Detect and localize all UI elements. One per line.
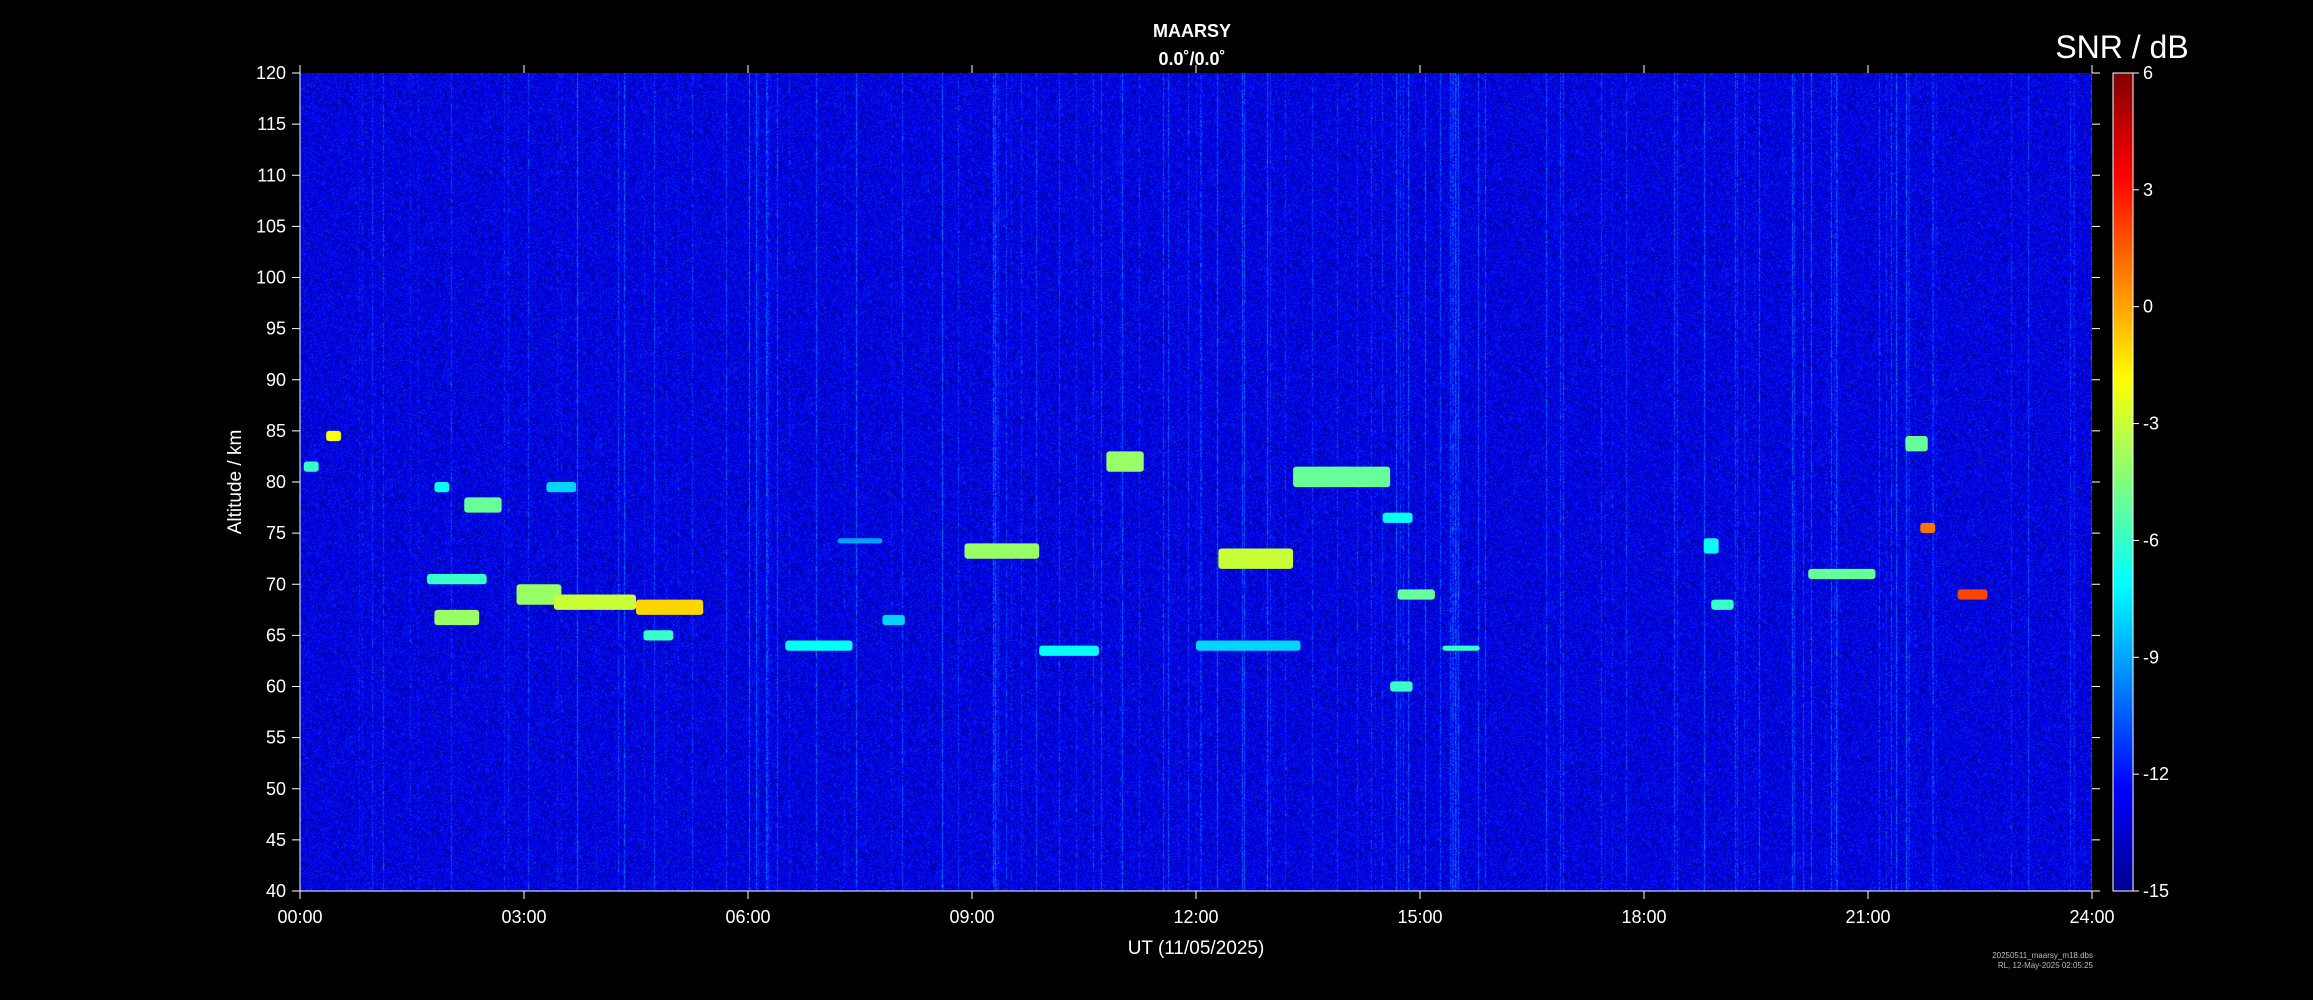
y-tick-label: 50 xyxy=(266,779,286,799)
echo-layer-1 xyxy=(326,430,342,442)
y-axis-label: Altitude / km xyxy=(225,430,246,535)
colorbar-title: SNR / dB xyxy=(2055,29,2188,65)
colorbar-tick-label: -12 xyxy=(2143,764,2169,784)
y-tick-label: 120 xyxy=(256,63,286,83)
echo-layer-22 xyxy=(1442,645,1480,651)
colorbar-tick-label: -6 xyxy=(2143,530,2159,550)
echo-layer-2 xyxy=(434,482,450,493)
echo-layer-23 xyxy=(1390,681,1413,692)
y-tick-label: 80 xyxy=(266,472,286,492)
x-tick-label: 15:00 xyxy=(1397,907,1442,927)
x-tick-label: 12:00 xyxy=(1173,907,1218,927)
y-tick-label: 40 xyxy=(266,881,286,901)
colorbar-tick-label: 6 xyxy=(2143,63,2153,83)
echo-layer-28 xyxy=(1920,522,1936,534)
echo-layer-19 xyxy=(1196,640,1301,651)
footnote-run: RL, 12-May-2025 02:05:25 xyxy=(1998,961,2094,970)
echo-layer-16 xyxy=(1106,451,1144,472)
echo-layer-5 xyxy=(426,574,487,585)
echo-layer-6 xyxy=(434,609,480,626)
echo-layer-24 xyxy=(1703,538,1719,554)
echo-layer-29 xyxy=(1957,589,1988,600)
x-tick-label: 18:00 xyxy=(1621,907,1666,927)
echo-layer-20 xyxy=(1382,512,1413,523)
plot-area xyxy=(300,73,2092,891)
y-tick-label: 55 xyxy=(266,728,286,748)
echo-layer-10 xyxy=(643,630,674,641)
colorbar-tick-label: 3 xyxy=(2143,180,2153,200)
echo-layer-18 xyxy=(1293,466,1391,488)
y-tick-label: 60 xyxy=(266,677,286,697)
echo-layer-12 xyxy=(837,538,883,544)
echo-layer-26 xyxy=(1808,568,1876,580)
y-tick-label: 85 xyxy=(266,421,286,441)
y-tick-label: 110 xyxy=(257,165,286,185)
y-tick-label: 95 xyxy=(266,319,286,339)
x-tick-label: 03:00 xyxy=(501,907,546,927)
x-axis-label: UT (11/05/2025) xyxy=(1128,938,1265,959)
x-tick-label: 24:00 xyxy=(2069,907,2114,927)
colorbar-tick-label: -3 xyxy=(2143,414,2159,434)
echo-layer-3 xyxy=(464,497,502,513)
echo-layer-0 xyxy=(303,461,319,472)
echo-layer-9 xyxy=(636,599,704,615)
y-tick-label: 115 xyxy=(257,114,286,134)
echo-layer-21 xyxy=(1397,589,1435,600)
echo-layer-14 xyxy=(964,543,1040,559)
echo-layer-11 xyxy=(785,640,853,651)
echo-layer-25 xyxy=(1711,599,1734,610)
y-tick-label: 90 xyxy=(266,370,286,390)
x-tick-label: 09:00 xyxy=(949,907,994,927)
chart-subtitle: 0.0˚/0.0˚ xyxy=(1158,49,1225,69)
echo-layer-8 xyxy=(553,594,636,610)
colorbar-tick-label: 0 xyxy=(2143,297,2153,317)
y-tick-label: 70 xyxy=(266,574,286,594)
echo-layer-4 xyxy=(546,482,577,493)
y-tick-label: 65 xyxy=(266,625,286,645)
x-tick-label: 21:00 xyxy=(1845,907,1890,927)
colorbar-tick-label: -15 xyxy=(2143,881,2169,901)
footnote-file: 20250511_maarsy_m18.dbs xyxy=(1992,951,2093,960)
radar-figure: MAARSY 0.0˚/0.0˚ 00:00 03:00 06:00 09:00 12:… xyxy=(0,0,2313,1000)
echo-layer-15 xyxy=(1039,645,1099,656)
x-tick-label: 06:00 xyxy=(725,907,770,927)
echo-layer-17 xyxy=(1218,548,1294,569)
echo-layer-27 xyxy=(1905,435,1928,452)
y-tick-label: 100 xyxy=(256,268,286,288)
colorbar xyxy=(2112,72,2134,892)
echo-layer-13 xyxy=(882,614,905,626)
y-tick-label: 105 xyxy=(256,216,286,236)
y-tick-label: 45 xyxy=(266,830,286,850)
chart-title: MAARSY xyxy=(1153,21,1231,41)
x-tick-label: 00:00 xyxy=(277,907,322,927)
colorbar-tick-label: -9 xyxy=(2143,647,2159,667)
y-tick-label: 75 xyxy=(266,523,286,543)
